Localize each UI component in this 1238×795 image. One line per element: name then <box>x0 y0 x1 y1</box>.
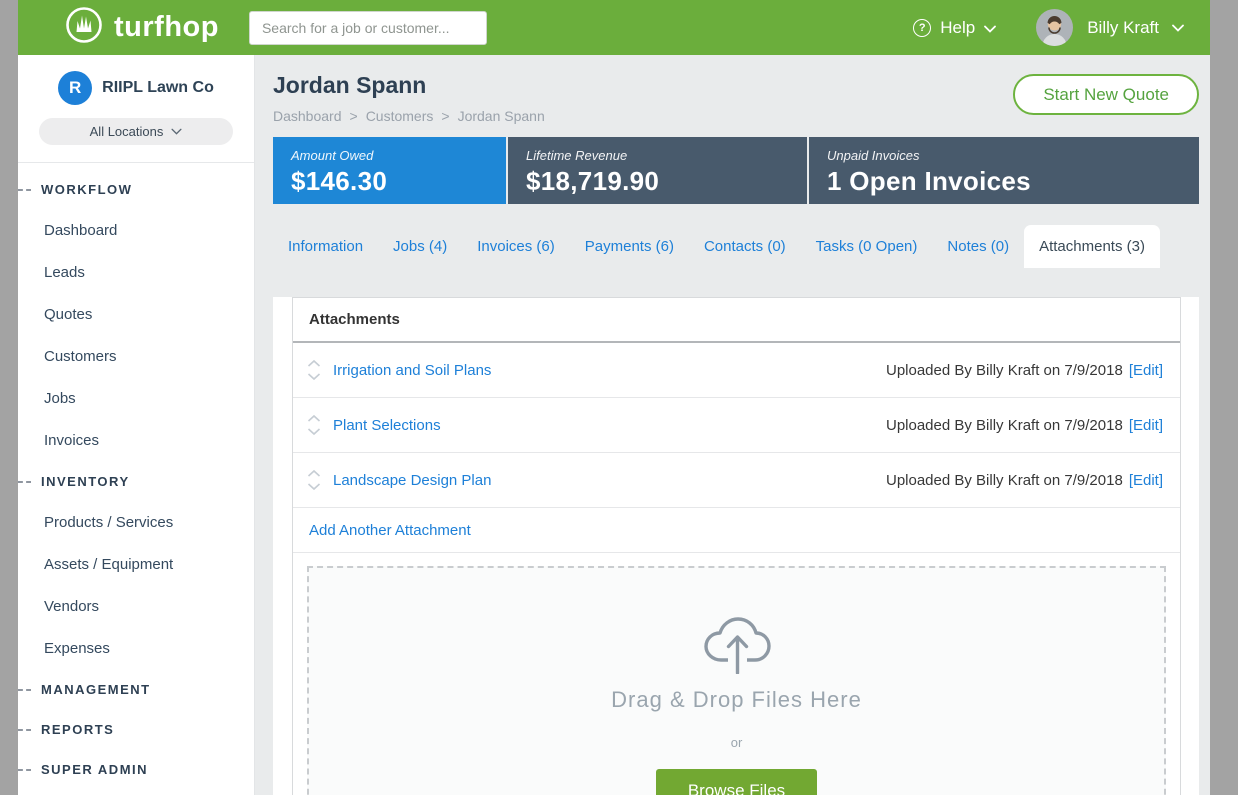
edit-link[interactable]: [Edit] <box>1129 417 1163 434</box>
chevron-up-icon[interactable] <box>307 470 321 478</box>
breadcrumb-separator: > <box>350 108 358 124</box>
avatar[interactable] <box>1036 9 1073 46</box>
breadcrumb-customers[interactable]: Customers <box>366 108 434 124</box>
tab-bar: Information Jobs (4) Invoices (6) Paymen… <box>273 225 1199 268</box>
attachments-card-title: Attachments <box>293 298 1180 343</box>
stat-lifetime-revenue: Lifetime Revenue $18,719.90 <box>508 137 807 204</box>
tab-information[interactable]: Information <box>273 225 378 268</box>
company-logo: R <box>58 71 92 105</box>
attachment-row: Plant Selections Uploaded By Billy Kraft… <box>293 398 1180 453</box>
chevron-up-icon[interactable] <box>307 415 321 423</box>
sidebar-nav: WORKFLOW Dashboard Leads Quotes Customer… <box>18 163 254 789</box>
chevron-down-icon <box>984 18 996 38</box>
sidebar-item-dashboard[interactable]: Dashboard <box>18 209 254 251</box>
tab-tasks[interactable]: Tasks (0 Open) <box>801 225 933 268</box>
stat-unpaid-invoices: Unpaid Invoices 1 Open Invoices <box>809 137 1199 204</box>
help-menu[interactable]: ? Help <box>913 18 996 38</box>
chevron-down-icon[interactable] <box>307 428 321 436</box>
attachment-meta: Uploaded By Billy Kraft on 7/9/2018 <box>886 472 1123 489</box>
sidebar-item-invoices[interactable]: Invoices <box>18 419 254 461</box>
dashes-icon <box>18 689 31 691</box>
attachment-row: Landscape Design Plan Uploaded By Billy … <box>293 453 1180 508</box>
brand-logo[interactable]: turfhop <box>64 5 219 50</box>
reorder-handle[interactable] <box>307 360 321 381</box>
location-label: All Locations <box>90 124 164 139</box>
dashes-icon <box>18 769 31 771</box>
stats-bar: Amount Owed $146.30 Lifetime Revenue $18… <box>273 137 1199 204</box>
attachment-meta: Uploaded By Billy Kraft on 7/9/2018 <box>886 417 1123 434</box>
sidebar-item-expenses[interactable]: Expenses <box>18 627 254 669</box>
nav-section-inventory: INVENTORY <box>18 461 254 501</box>
edit-link[interactable]: [Edit] <box>1129 362 1163 379</box>
reorder-handle[interactable] <box>307 470 321 491</box>
breadcrumb-dashboard[interactable]: Dashboard <box>273 108 342 124</box>
company-name: RIIPL Lawn Co <box>102 79 214 97</box>
chevron-down-icon <box>171 128 182 135</box>
start-new-quote-button[interactable]: Start New Quote <box>1013 74 1199 115</box>
main-content: Jordan Spann Dashboard > Customers > Jor… <box>255 55 1210 795</box>
attachment-row: Irrigation and Soil Plans Uploaded By Bi… <box>293 343 1180 398</box>
file-dropzone[interactable]: Drag & Drop Files Here or Browse Files <box>307 566 1166 795</box>
breadcrumb-current: Jordan Spann <box>458 108 545 124</box>
help-icon: ? <box>913 19 931 37</box>
nav-section-reports[interactable]: REPORTS <box>18 709 254 749</box>
sidebar-item-jobs[interactable]: Jobs <box>18 377 254 419</box>
sidebar-item-vendors[interactable]: Vendors <box>18 585 254 627</box>
nav-section-super-admin[interactable]: SUPER ADMIN <box>18 749 254 789</box>
sidebar-item-customers[interactable]: Customers <box>18 335 254 377</box>
attachment-link[interactable]: Landscape Design Plan <box>333 472 491 489</box>
turfhop-grass-icon <box>64 5 104 50</box>
location-selector[interactable]: All Locations <box>39 118 233 145</box>
browse-files-button[interactable]: Browse Files <box>656 769 817 795</box>
tab-contacts[interactable]: Contacts (0) <box>689 225 801 268</box>
sidebar-item-products-services[interactable]: Products / Services <box>18 501 254 543</box>
reorder-handle[interactable] <box>307 415 321 436</box>
help-label: Help <box>940 18 975 38</box>
user-name[interactable]: Billy Kraft <box>1087 18 1159 38</box>
stat-amount-owed: Amount Owed $146.30 <box>273 137 506 204</box>
tab-payments[interactable]: Payments (6) <box>570 225 689 268</box>
chevron-up-icon[interactable] <box>307 360 321 368</box>
company-header: R RIIPL Lawn Co <box>18 55 254 105</box>
attachment-link[interactable]: Irrigation and Soil Plans <box>333 362 491 379</box>
sidebar-item-leads[interactable]: Leads <box>18 251 254 293</box>
search-input[interactable] <box>249 11 487 45</box>
nav-section-workflow: WORKFLOW <box>18 169 254 209</box>
tab-notes[interactable]: Notes (0) <box>932 225 1024 268</box>
chevron-down-icon[interactable] <box>307 483 321 491</box>
add-attachment-link[interactable]: Add Another Attachment <box>309 522 471 539</box>
top-navbar: turfhop ? Help Billy Kraft <box>18 0 1210 55</box>
attachment-meta: Uploaded By Billy Kraft on 7/9/2018 <box>886 362 1123 379</box>
sidebar-item-quotes[interactable]: Quotes <box>18 293 254 335</box>
nav-section-management[interactable]: MANAGEMENT <box>18 669 254 709</box>
edit-link[interactable]: [Edit] <box>1129 472 1163 489</box>
attachment-link[interactable]: Plant Selections <box>333 417 441 434</box>
tab-attachments[interactable]: Attachments (3) <box>1024 225 1160 268</box>
dashes-icon <box>18 729 31 731</box>
add-attachment-row: Add Another Attachment <box>293 508 1180 553</box>
sidebar: R RIIPL Lawn Co All Locations WORKFLOW D… <box>18 55 255 795</box>
dashes-icon <box>18 189 31 191</box>
tab-jobs[interactable]: Jobs (4) <box>378 225 462 268</box>
user-chevron-down-icon[interactable] <box>1172 19 1184 37</box>
dropzone-or-label: or <box>309 735 1164 750</box>
sidebar-item-assets-equipment[interactable]: Assets / Equipment <box>18 543 254 585</box>
attachments-panel: Attachments Irrigation and Soil Plans Up… <box>273 297 1199 795</box>
breadcrumb-separator: > <box>441 108 449 124</box>
chevron-down-icon[interactable] <box>307 373 321 381</box>
tab-invoices[interactable]: Invoices (6) <box>462 225 570 268</box>
dropzone-title: Drag & Drop Files Here <box>309 687 1164 713</box>
app-window: turfhop ? Help Billy Kraft <box>18 0 1210 795</box>
brand-name: turfhop <box>114 11 219 44</box>
dashes-icon <box>18 481 31 483</box>
attachments-card: Attachments Irrigation and Soil Plans Up… <box>292 297 1181 795</box>
cloud-upload-icon <box>699 661 775 678</box>
